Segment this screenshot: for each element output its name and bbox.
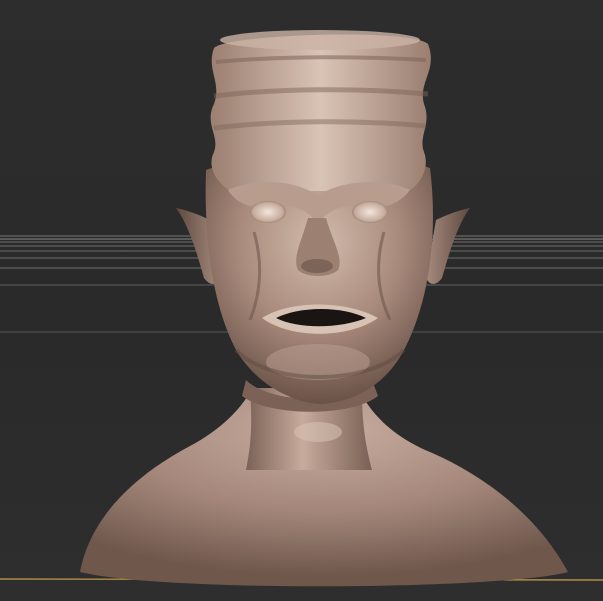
left-eye [250,201,286,223]
right-eye [352,201,388,223]
ridged-cranium [210,30,431,193]
head-bust-model[interactable] [0,0,603,601]
3d-viewport[interactable] [0,0,603,601]
